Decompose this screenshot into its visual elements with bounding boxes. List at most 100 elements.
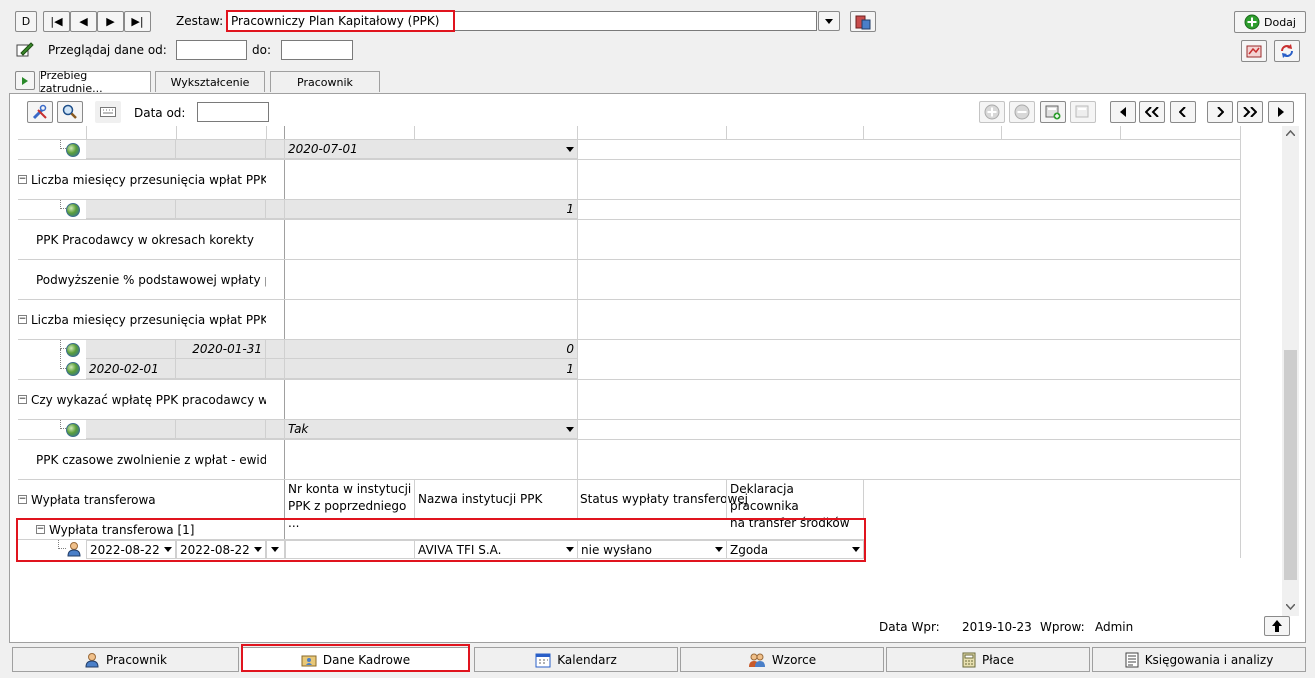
grid-sep-col4 (577, 126, 578, 520)
bottom-tab-label: Księgowania i analizy (1144, 652, 1274, 667)
grid-cell[interactable] (266, 140, 285, 159)
col-header-nazwa: Nazwa instytucji PPK (418, 492, 543, 506)
calculator-icon (962, 652, 976, 667)
grid-header-sep (414, 126, 415, 140)
bottom-tab-label: Kalendarz (557, 652, 617, 667)
przegladaj-from-input[interactable] (176, 40, 247, 60)
scroll-up-icon[interactable] (1286, 130, 1295, 136)
dodaj-button[interactable]: Dodaj (1234, 11, 1306, 33)
tree-connector (60, 420, 66, 429)
bottom-tab-pracownik[interactable]: Pracownik (12, 647, 239, 672)
calc-remove-button[interactable] (1070, 101, 1096, 123)
tools-button[interactable] (27, 101, 53, 123)
do-label: do: (252, 43, 272, 57)
report-button[interactable] (1241, 40, 1267, 62)
add-row-button[interactable] (979, 101, 1005, 123)
scroll-top-button[interactable] (1264, 616, 1290, 636)
report-icon (1246, 45, 1262, 58)
grid-last-button[interactable] (1268, 101, 1294, 123)
wyplata-highlight (16, 518, 866, 562)
nav-last-button[interactable]: ▶| (124, 11, 151, 32)
zestaw-config-button[interactable] (850, 11, 876, 32)
remove-row-button[interactable] (1009, 101, 1035, 123)
grid-cell[interactable] (266, 340, 285, 359)
col-sep (414, 480, 415, 520)
data-wpr-value: 2019-10-23 (962, 620, 1032, 634)
bottom-tab-kalendarz[interactable]: Kalendarz (474, 647, 678, 672)
grid-next-button[interactable] (1207, 101, 1233, 123)
nav-next-button[interactable]: ▶ (97, 11, 124, 32)
ppk-date-select[interactable]: 2020-07-01 (285, 140, 578, 159)
grid-next-page-button[interactable] (1237, 101, 1263, 123)
grid-cell[interactable] (86, 200, 176, 219)
keyboard-button[interactable] (95, 101, 121, 123)
chevron-down-icon (566, 427, 574, 432)
collapse-icon[interactable]: − (18, 175, 27, 184)
calc-add-button[interactable] (1040, 101, 1066, 123)
search-button[interactable] (57, 101, 83, 123)
bottom-tab-place[interactable]: Płace (886, 647, 1090, 672)
sub2-date-from[interactable]: 2020-02-01 (86, 359, 176, 379)
grid-cell[interactable] (176, 359, 266, 379)
zestaw-dropdown-button[interactable] (818, 11, 840, 31)
calculator-remove-icon (1075, 105, 1089, 118)
row-label-przesuniecia[interactable]: − Liczba miesięcy przesunięcia wpłat PPK (18, 160, 266, 199)
col-sep (726, 480, 727, 520)
collapse-icon[interactable]: − (18, 315, 27, 324)
grid-header-sep (863, 126, 864, 140)
chevron-left-icon (1179, 107, 1186, 117)
data-wpr-label: Data Wpr: (879, 620, 940, 634)
data-od-input[interactable] (197, 102, 269, 122)
row-label-wykazac[interactable]: − Czy wykazać wpłatę PPK pracodawcy w Z..… (18, 380, 266, 419)
grid-cell[interactable] (176, 140, 266, 159)
calendar-icon (535, 653, 551, 667)
grid-cell[interactable] (266, 200, 285, 219)
grid-cell[interactable] (266, 359, 285, 379)
collapse-icon[interactable]: − (18, 395, 27, 404)
scroll-down-icon[interactable] (1286, 604, 1295, 610)
bottom-tab-ksiegowania[interactable]: Księgowania i analizy (1092, 647, 1306, 672)
grid-prev-page-button[interactable] (1139, 101, 1165, 123)
calculator-add-icon (1045, 105, 1061, 120)
scrollbar-thumb[interactable] (1284, 350, 1297, 580)
sub1-value[interactable]: 0 (285, 340, 578, 359)
double-chevron-right-icon (1243, 107, 1257, 117)
edit-pencil-icon[interactable] (16, 40, 34, 58)
tab-pracownik[interactable]: Pracownik (270, 71, 380, 92)
bottom-tab-wzorce[interactable]: Wzorce (680, 647, 884, 672)
grid-header-sep (1001, 126, 1002, 140)
nav-new-button[interactable]: D (15, 11, 37, 32)
refresh-button[interactable] (1274, 40, 1300, 62)
col-sep (863, 480, 864, 520)
grid-cell[interactable] (266, 420, 285, 439)
row-label-wyplata[interactable]: − Wypłata transferowa (18, 480, 266, 519)
bottom-tab-label: Pracownik (106, 652, 167, 667)
tab-wyksztalcenie[interactable]: Wykształcenie (155, 71, 265, 92)
search-icon (62, 104, 77, 119)
grid-cell[interactable] (176, 420, 266, 439)
sub2-value[interactable]: 1 (285, 359, 578, 379)
vertical-scrollbar[interactable] (1282, 126, 1299, 616)
row-label-przesuniecia-w[interactable]: − Liczba miesięcy przesunięcia wpłat PPK … (18, 300, 266, 339)
tab-przebieg[interactable]: Przebieg zatrudnie... (39, 69, 151, 95)
grid-cell[interactable] (86, 340, 176, 359)
wykazac-select[interactable]: Tak (285, 420, 578, 439)
przesuniecia-value[interactable]: 1 (285, 200, 578, 219)
chevron-down-icon (825, 18, 833, 24)
nav-prev-button[interactable]: ◀ (70, 11, 97, 32)
user-icon (85, 652, 99, 667)
grid-first-button[interactable] (1110, 101, 1136, 123)
tabs-expand-button[interactable] (15, 71, 35, 90)
grid-cell[interactable] (86, 420, 176, 439)
grid-prev-button[interactable] (1170, 101, 1196, 123)
bottom-tab-label: Płace (982, 652, 1014, 667)
chevron-right-icon (1217, 107, 1224, 117)
nav-first-button[interactable]: |◀ (43, 11, 70, 32)
triangle-right-icon (1278, 107, 1284, 117)
collapse-icon[interactable]: − (18, 495, 27, 504)
przegladaj-label: Przeglądaj dane od: (48, 43, 167, 57)
przegladaj-to-input[interactable] (281, 40, 353, 60)
grid-cell[interactable] (86, 140, 176, 159)
sub1-date-to[interactable]: 2020-01-31 (176, 340, 266, 359)
grid-cell[interactable] (176, 200, 266, 219)
